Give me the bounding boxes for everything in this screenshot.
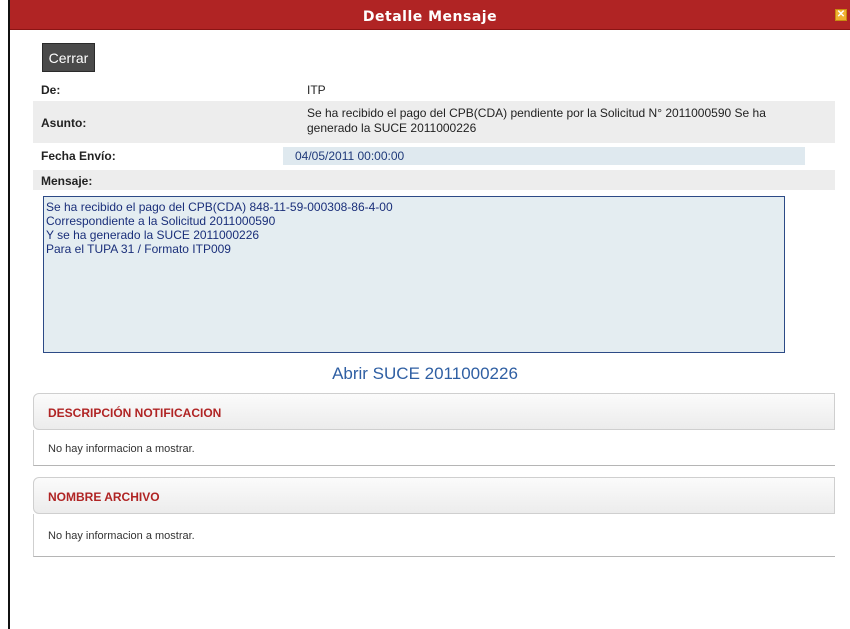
empty-message: No hay informacion a mostrar. [48,443,195,455]
subject-label: Asunto: [41,116,87,130]
date-label: Fecha Envío: [41,149,116,163]
close-icon[interactable]: ✕ [835,9,847,21]
subject-value: Se ha recibido el pago del CPB(CDA) pend… [307,106,766,136]
window-left-edge [0,0,10,629]
title-bar: Detalle Mensaje ✕ [10,0,850,30]
notification-description-section: DESCRIPCIÓN NOTIFICACION No hay informac… [33,393,835,466]
message-line: Para el TUPA 31 / Formato ITP009 [46,242,231,256]
section-title: NOMBRE ARCHIVO [48,490,160,504]
open-suce-link[interactable]: Abrir SUCE 2011000226 [0,364,850,384]
message-line: Correspondiente a la Solicitud 201100059… [46,214,276,228]
section-body: No hay informacion a mostrar. [33,514,835,557]
message-line: Se ha recibido el pago del CPB(CDA) 848-… [46,200,393,214]
message-detail-window: Detalle Mensaje ✕ Cerrar De: ITP Asunto:… [0,0,850,629]
message-label-row: Mensaje: [33,170,835,190]
section-title: DESCRIPCIÓN NOTIFICACION [48,406,222,420]
from-value: ITP [307,83,326,97]
from-row: De: ITP [33,80,835,98]
from-label: De: [41,83,61,97]
subject-value-line: generado la SUCE 2011000226 [307,121,477,135]
subject-value-line: Se ha recibido el pago del CPB(CDA) pend… [307,106,766,120]
section-header[interactable]: DESCRIPCIÓN NOTIFICACION [33,393,835,430]
subject-row: Asunto: Se ha recibido el pago del CPB(C… [33,101,835,143]
empty-message: No hay informacion a mostrar. [48,530,195,542]
date-value: 04/05/2011 00:00:00 [283,147,805,165]
window-title: Detalle Mensaje [362,9,498,25]
section-body: No hay informacion a mostrar. [33,430,835,466]
message-label: Mensaje: [41,174,93,188]
message-textarea[interactable]: Se ha recibido el pago del CPB(CDA) 848-… [43,196,785,353]
message-line: Y se ha generado la SUCE 2011000226 [46,228,260,242]
close-button[interactable]: Cerrar [42,43,95,72]
section-header[interactable]: NOMBRE ARCHIVO [33,477,835,514]
file-name-section: NOMBRE ARCHIVO No hay informacion a most… [33,477,835,557]
